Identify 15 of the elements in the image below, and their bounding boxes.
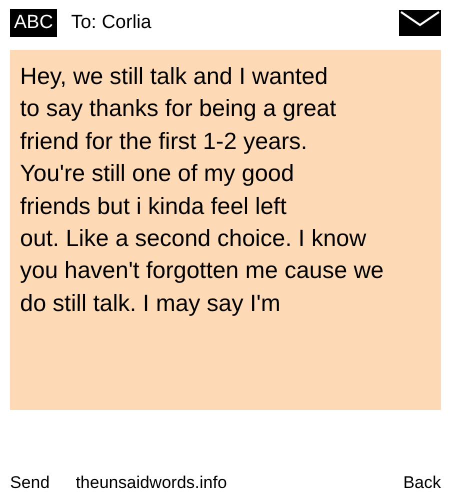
message-line: friends but i kinda feel left [20, 192, 288, 221]
message-line: to say thanks for being a great [20, 94, 338, 124]
message-line: you haven't forgotten me cause we [20, 256, 385, 286]
message-area[interactable] [10, 50, 441, 410]
message-line: You're still one of my good [20, 159, 296, 188]
message-line: Hey, we still talk and I wanted [20, 62, 329, 91]
input-mode-label: ABC [10, 9, 58, 37]
envelope-icon [399, 10, 441, 36]
message-line: out. Like a second choice. I know [20, 224, 368, 254]
send-softkey[interactable]: Send [10, 473, 50, 493]
recipient-label: To: Corlia [71, 12, 152, 34]
website-label: theunsaidwords.info [76, 473, 228, 493]
message-line: do still talk. I may say I'm [20, 288, 282, 318]
message-line: friend for the first 1-2 years. [20, 126, 308, 156]
back-softkey[interactable]: Back [403, 473, 441, 493]
